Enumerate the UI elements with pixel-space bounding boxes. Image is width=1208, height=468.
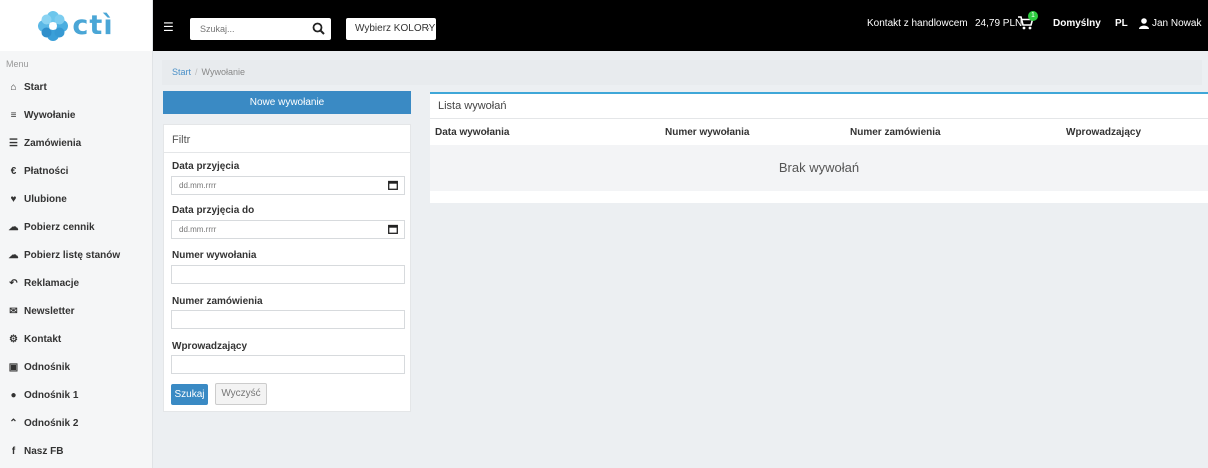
contact-link[interactable]: Kontakt z handlowcem [867, 18, 968, 29]
search-icon[interactable] [312, 22, 325, 35]
call-list-title: Lista wywołań [430, 94, 1208, 119]
circle-icon: ● [10, 389, 17, 401]
breadcrumb-separator: / [195, 67, 198, 77]
sidebar-item-odnosnik[interactable]: ▣ Odnośnik [0, 353, 152, 381]
cart-total[interactable]: 24,79 PLN [975, 18, 1022, 29]
breadcrumb-home[interactable]: Start [172, 67, 191, 77]
sidebar-item-start[interactable]: ⌂ Start [0, 73, 152, 101]
sidebar-item-label: Odnośnik [24, 361, 71, 373]
user-menu[interactable]: Jan Nowak [1139, 18, 1201, 29]
sidebar-item-label: Start [24, 81, 47, 93]
logo-flower-icon [38, 10, 69, 41]
logo[interactable]: ctì [0, 0, 152, 51]
sidebar-item-odnosnik-1[interactable]: ● Odnośnik 1 [0, 381, 152, 409]
clear-button[interactable]: Wyczyść [215, 383, 267, 405]
column-header-date[interactable]: Data wywołania [435, 127, 509, 138]
sidebar-item-kontakt[interactable]: ⚙ Kontakt [0, 325, 152, 353]
search-input[interactable] [190, 18, 308, 40]
sidebar-item-reklamacje[interactable]: ↶ Reklamacje [0, 269, 152, 297]
hamburger-icon[interactable]: ☰ [163, 20, 174, 34]
sidebar-item-nasz-fb[interactable]: f Nasz FB [0, 437, 152, 465]
logo-text: ctì [72, 10, 114, 41]
call-list-panel: Lista wywołań Data wywołania Numer wywoł… [430, 92, 1208, 203]
chevron-down-icon: ⌄ [423, 22, 431, 32]
sidebar: ctì Menu ⌂ Start ≡ Wywołanie ☰ Zamówienia €… [0, 0, 153, 468]
menu-caption: Menu [6, 59, 29, 69]
sidebar-item-newsletter[interactable]: ✉ Newsletter [0, 297, 152, 325]
date-from-field[interactable]: dd.mm.rrrr [171, 176, 405, 195]
envelope-icon: ✉ [9, 305, 18, 317]
language-switch[interactable]: PL [1115, 18, 1128, 29]
gears-icon: ⚙ [9, 333, 18, 345]
list-icon: ≡ [10, 109, 17, 121]
sidebar-item-label: Wywołanie [24, 109, 76, 121]
sidebar-item-label: Reklamacje [24, 277, 80, 289]
search-box [190, 18, 331, 40]
empty-state-row: Brak wywołań [430, 145, 1208, 191]
date-from-placeholder: dd.mm.rrrr [179, 181, 217, 190]
sidebar-item-pobierz-cennik[interactable]: ☁ Pobierz cennik [0, 213, 152, 241]
sidebar-item-pobierz-liste-stanow[interactable]: ☁ Pobierz listę stanów [0, 241, 152, 269]
profile-dropdown[interactable]: Domyślny [1053, 18, 1101, 29]
new-call-button[interactable]: Nowe wywołanie [163, 91, 411, 114]
heart-icon: ♥ [10, 193, 17, 205]
search-button[interactable]: Szukaj [171, 384, 208, 405]
sidebar-item-label: Płatności [24, 165, 69, 177]
sidebar-item-label: Nasz FB [24, 445, 64, 457]
entered-by-label: Wprowadzający [172, 341, 248, 352]
order-number-label: Numer zamówienia [172, 296, 263, 307]
date-to-field[interactable]: dd.mm.rrrr [171, 220, 405, 239]
square-icon: ▣ [8, 361, 19, 373]
empty-state-text: Brak wywołań [778, 160, 860, 175]
cart-button[interactable]: 1 [1018, 11, 1038, 33]
cloud-download-icon: ☁ [8, 221, 19, 233]
user-icon [1139, 18, 1149, 29]
reply-icon: ↶ [9, 277, 18, 289]
filter-panel: Filtr Data przyjęcia dd.mm.rrrr Data prz… [163, 124, 411, 412]
order-number-field[interactable] [171, 310, 405, 329]
entered-by-field[interactable] [171, 355, 405, 374]
breadcrumb: Start / Wywołanie [162, 60, 1202, 85]
column-header-order-number[interactable]: Numer zamówienia [850, 127, 941, 138]
sidebar-item-label: Odnośnik 1 [24, 389, 79, 401]
sidebar-item-ulubione[interactable]: ♥ Ulubione [0, 185, 152, 213]
date-to-placeholder: dd.mm.rrrr [179, 225, 217, 234]
sidebar-item-label: Odnośnik 2 [24, 417, 79, 429]
column-header-entered-by[interactable]: Wprowadzający [1066, 127, 1141, 138]
top-bar: ☰ Wybierz KOLORY ⌄ Kontakt z handlowcem … [153, 0, 1208, 51]
sidebar-item-label: Pobierz listę stanów [24, 249, 121, 261]
cloud-download-icon: ☁ [8, 249, 19, 261]
call-number-field[interactable] [171, 265, 405, 284]
color-select[interactable]: Wybierz KOLORY ⌄ [346, 18, 436, 40]
sidebar-item-label: Pobierz cennik [24, 221, 95, 233]
sidebar-item-zamowienia[interactable]: ☰ Zamówienia [0, 129, 152, 157]
facebook-icon: f [11, 445, 16, 457]
sidebar-item-label: Zamówienia [24, 137, 82, 149]
lines-icon: ☰ [9, 137, 18, 149]
sidebar-item-wywolanie[interactable]: ≡ Wywołanie [0, 101, 152, 129]
user-name: Jan Nowak [1152, 18, 1202, 29]
chevron-up-icon: ⌃ [9, 417, 18, 429]
sidebar-item-platnosci[interactable]: € Płatności [0, 157, 152, 185]
calendar-icon[interactable] [388, 224, 398, 234]
sidebar-item-odnosnik-2[interactable]: ⌃ Odnośnik 2 [0, 409, 152, 437]
call-number-label: Numer wywołania [172, 250, 257, 261]
sidebar-item-label: Ulubione [24, 193, 67, 205]
cart-count-badge: 1 [1028, 11, 1038, 21]
date-from-label: Data przyjęcia [172, 161, 240, 172]
sidebar-item-label: Newsletter [24, 305, 75, 317]
calendar-icon[interactable] [388, 180, 398, 190]
home-icon: ⌂ [10, 81, 17, 93]
sidebar-item-label: Kontakt [24, 333, 62, 345]
column-header-call-number[interactable]: Numer wywołania [665, 127, 749, 138]
breadcrumb-current: Wywołanie [201, 67, 245, 77]
filter-title: Filtr [164, 125, 410, 153]
date-to-label: Data przyjęcia do [172, 205, 255, 216]
euro-icon: € [10, 165, 17, 177]
